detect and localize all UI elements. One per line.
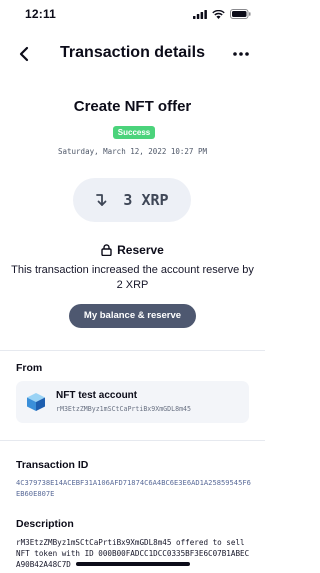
reserve-description: This transaction increased the account r…: [11, 264, 254, 291]
lock-icon: [101, 244, 112, 256]
status-time: 12:11: [25, 7, 57, 21]
more-horizontal-icon: [233, 52, 249, 56]
description-label: Description: [16, 518, 74, 530]
from-account-card[interactable]: NFT test account rM3EtzZMByz1mSCtCaPrtiB…: [16, 381, 249, 423]
more-options-button[interactable]: [229, 42, 253, 66]
reserve-title: Reserve: [117, 243, 164, 257]
transaction-type: Create NFT offer: [73, 98, 192, 115]
battery-icon: [230, 9, 251, 19]
divider: [0, 440, 265, 441]
account-name: NFT test account: [56, 390, 138, 401]
status-bar: 12:11: [0, 0, 265, 30]
wifi-icon: [212, 9, 225, 19]
balance-reserve-button[interactable]: My balance & reserve: [69, 304, 196, 328]
from-label: From: [16, 362, 43, 374]
home-indicator: [76, 562, 190, 566]
signal-icon: [193, 9, 207, 19]
page-title: Transaction details: [60, 44, 205, 61]
reserve-header: Reserve: [0, 243, 265, 257]
divider: [0, 350, 265, 351]
transaction-date: Saturday, March 12, 2022 10:27 PM: [57, 147, 207, 156]
status-icons: [193, 9, 251, 19]
nav-header: Transaction details: [0, 34, 265, 74]
amount-value: 3 XRP: [123, 191, 169, 209]
turn-down-arrow-icon: [96, 194, 107, 206]
transaction-id-value[interactable]: 4C379738E14ACEBF31A106AFD71874C6A4BC6E3E…: [16, 477, 252, 499]
amount-pill: 3 XRP: [73, 178, 191, 222]
account-address: rM3EtzZMByz1mSCtCaPrtiBx9XmGDL8m45: [56, 405, 191, 413]
transaction-id-label: Transaction ID: [16, 459, 89, 471]
status-badge: Success: [113, 126, 155, 139]
account-avatar-icon: [27, 393, 45, 411]
